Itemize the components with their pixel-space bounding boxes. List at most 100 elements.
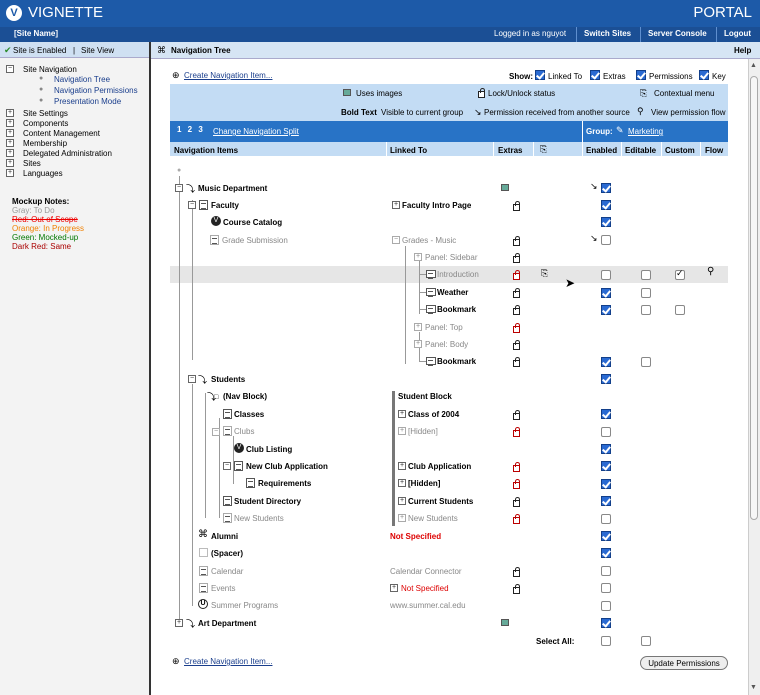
lock-icon[interactable]: [513, 497, 520, 507]
sidebar-item-presentation-mode[interactable]: Presentation Mode: [54, 97, 121, 106]
enabled-checkbox[interactable]: [601, 479, 611, 489]
editable-checkbox[interactable]: [641, 288, 651, 298]
expand-icon[interactable]: +: [398, 479, 406, 487]
sidebar-item-membership[interactable]: Membership: [23, 139, 67, 148]
flow-icon[interactable]: ⚲: [707, 266, 714, 277]
expand-icon[interactable]: +: [6, 109, 14, 117]
nav-item-label[interactable]: Students: [211, 375, 245, 384]
context-menu-icon[interactable]: ⎘: [541, 268, 548, 279]
nav-item-label[interactable]: New Club Application: [246, 462, 328, 471]
expand-icon[interactable]: +: [6, 169, 14, 177]
nav-item-label[interactable]: Events: [211, 584, 235, 593]
enabled-checkbox[interactable]: [601, 200, 611, 210]
expand-icon[interactable]: +: [392, 201, 400, 209]
nav-item-label[interactable]: Clubs: [234, 427, 254, 436]
sidebar-item-delegated-administration[interactable]: Delegated Administration: [23, 149, 112, 158]
show-extras-checkbox[interactable]: [590, 70, 600, 80]
enabled-checkbox[interactable]: [601, 288, 611, 298]
create-navigation-item-link[interactable]: Create Navigation Item...: [184, 71, 272, 80]
expand-icon[interactable]: +: [175, 619, 183, 627]
editable-checkbox[interactable]: [641, 357, 651, 367]
enabled-checkbox[interactable]: [601, 357, 611, 367]
logout-link[interactable]: Logout: [724, 29, 751, 38]
lock-icon[interactable]: [513, 253, 520, 263]
expand-icon[interactable]: +: [414, 253, 422, 261]
server-console-link[interactable]: Server Console: [648, 29, 707, 38]
nav-item-label[interactable]: Course Catalog: [223, 218, 282, 227]
expand-icon[interactable]: +: [398, 410, 406, 418]
enabled-checkbox[interactable]: [601, 270, 611, 280]
nav-item-label[interactable]: Grade Submission: [222, 236, 288, 245]
enabled-checkbox[interactable]: [601, 374, 611, 384]
lock-icon[interactable]: [513, 236, 520, 246]
expand-icon[interactable]: +: [6, 139, 14, 147]
enabled-checkbox[interactable]: [601, 531, 611, 541]
editable-checkbox[interactable]: [641, 270, 651, 280]
scroll-up-icon[interactable]: ▲: [750, 62, 757, 69]
nav-item-label[interactable]: New Students: [234, 514, 284, 523]
lock-icon[interactable]: [513, 462, 520, 472]
collapse-icon[interactable]: −: [6, 65, 14, 73]
nav-item-label[interactable]: Faculty: [211, 201, 239, 210]
show-linked-to-checkbox[interactable]: [535, 70, 545, 80]
collapse-icon[interactable]: −: [188, 201, 196, 209]
lock-icon[interactable]: [513, 514, 520, 524]
change-navigation-split-link[interactable]: Change Navigation Split: [213, 127, 299, 136]
expand-icon[interactable]: +: [6, 129, 14, 137]
expand-icon[interactable]: +: [6, 119, 14, 127]
nav-item-label[interactable]: Art Department: [198, 619, 256, 628]
sidebar-item-navigation-permissions[interactable]: Navigation Permissions: [54, 86, 138, 95]
enabled-checkbox[interactable]: [601, 305, 611, 315]
enabled-checkbox[interactable]: [601, 235, 611, 245]
nav-item-label[interactable]: Student Directory: [234, 497, 301, 506]
expand-icon[interactable]: +: [398, 497, 406, 505]
lock-icon[interactable]: [513, 427, 520, 437]
enabled-checkbox[interactable]: [601, 548, 611, 558]
collapse-icon[interactable]: −: [212, 428, 220, 436]
split-numbers-icon[interactable]: 1 2 3: [177, 125, 205, 134]
sidebar-item-sites[interactable]: Sites: [23, 159, 41, 168]
enabled-checkbox[interactable]: [601, 601, 611, 611]
expand-icon[interactable]: +: [6, 149, 14, 157]
expand-icon[interactable]: +: [398, 514, 406, 522]
expand-icon[interactable]: +: [6, 159, 14, 167]
sidebar-item-languages[interactable]: Languages: [23, 169, 63, 178]
lock-icon[interactable]: [513, 479, 520, 489]
lock-icon[interactable]: [513, 357, 520, 367]
scroll-down-icon[interactable]: ▼: [750, 684, 757, 691]
pencil-icon[interactable]: ✎: [616, 125, 624, 136]
enabled-checkbox[interactable]: [601, 618, 611, 628]
group-select-link[interactable]: Marketing: [628, 127, 663, 136]
add-icon[interactable]: ⊕: [172, 656, 180, 667]
nav-item-label[interactable]: Music Department: [198, 184, 267, 193]
expand-icon[interactable]: +: [414, 323, 422, 331]
select-all-enabled-checkbox[interactable]: [601, 636, 611, 646]
lock-icon[interactable]: [513, 270, 520, 280]
nav-item-label[interactable]: (Nav Block): [223, 392, 267, 401]
site-name-link[interactable]: [Site Name]: [14, 29, 58, 38]
nav-item-label[interactable]: (Spacer): [211, 549, 243, 558]
enabled-checkbox[interactable]: [601, 461, 611, 471]
lock-icon[interactable]: [513, 567, 520, 577]
sidebar-item-navigation-tree[interactable]: Navigation Tree: [54, 75, 110, 84]
show-permissions-checkbox[interactable]: [636, 70, 646, 80]
expand-icon[interactable]: +: [398, 462, 406, 470]
collapse-icon[interactable]: −: [223, 462, 231, 470]
enabled-checkbox[interactable]: [601, 496, 611, 506]
lock-icon[interactable]: [513, 201, 520, 211]
switch-sites-link[interactable]: Switch Sites: [584, 29, 631, 38]
enabled-checkbox[interactable]: [601, 427, 611, 437]
editable-checkbox[interactable]: [641, 305, 651, 315]
enabled-checkbox[interactable]: [601, 409, 611, 419]
sidebar-item-content-management[interactable]: Content Management: [23, 129, 100, 138]
lock-icon[interactable]: [513, 410, 520, 420]
expand-icon[interactable]: +: [398, 427, 406, 435]
help-link[interactable]: Help: [734, 46, 751, 55]
scrollbar-thumb[interactable]: [750, 76, 758, 520]
lock-icon[interactable]: [513, 584, 520, 594]
enabled-checkbox[interactable]: [601, 444, 611, 454]
custom-checkbox[interactable]: [675, 305, 685, 315]
enabled-checkbox[interactable]: [601, 583, 611, 593]
lock-icon[interactable]: [513, 288, 520, 298]
collapse-icon[interactable]: −: [392, 236, 400, 244]
